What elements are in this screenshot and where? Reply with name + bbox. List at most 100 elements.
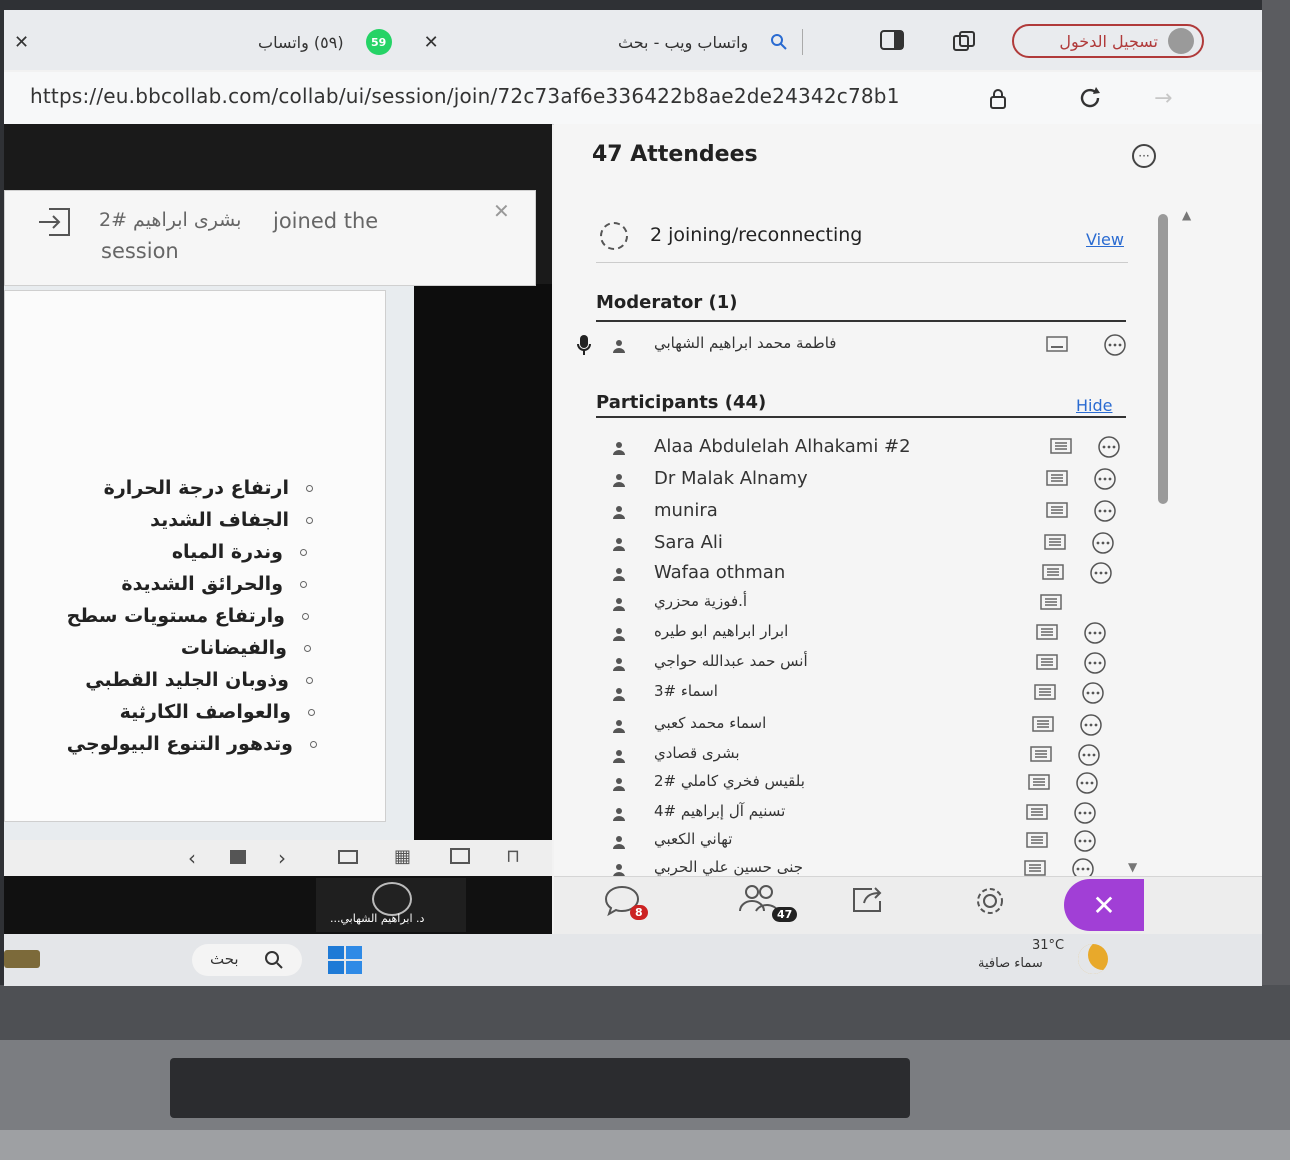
grid-view-icon[interactable]: ▦: [394, 846, 411, 867]
list-icon[interactable]: [1036, 624, 1058, 640]
person-icon: [612, 596, 626, 611]
list-item[interactable]: تهاني الكعبي: [594, 828, 1134, 858]
forward-icon[interactable]: →: [1154, 86, 1172, 111]
more-icon[interactable]: [1078, 744, 1100, 766]
list-item[interactable]: أنس حمد عبدالله حواجي: [594, 650, 1134, 680]
scroll-down-icon[interactable]: ▼: [1128, 860, 1137, 874]
tab-search[interactable]: واتساب ويب - بحث: [618, 22, 804, 62]
participant-name: ابرار ابراهيم ابو طيره: [654, 622, 789, 640]
hide-link[interactable]: Hide: [1076, 396, 1112, 415]
weather-temp[interactable]: 31°C: [1032, 938, 1064, 953]
signin-button[interactable]: تسجيل الدخول: [1012, 24, 1204, 58]
list-icon[interactable]: [1050, 438, 1072, 454]
tab-chat[interactable]: 8: [602, 883, 652, 929]
more-icon[interactable]: [1084, 622, 1106, 644]
collections-icon[interactable]: [952, 30, 978, 52]
laptop-base: [0, 1130, 1290, 1160]
more-icon[interactable]: [1084, 652, 1106, 674]
speaker-tile[interactable]: د. ابراهيم الشهابي...: [316, 878, 466, 932]
more-icon[interactable]: [1090, 562, 1112, 584]
more-icon[interactable]: [1074, 802, 1096, 824]
more-icon[interactable]: [1104, 334, 1126, 356]
person-icon: [612, 862, 626, 877]
joining-divider: [596, 262, 1128, 263]
close-panel-button[interactable]: ✕: [1064, 879, 1144, 931]
list-item[interactable]: Alaa Abdulelah Alhakami #2: [594, 434, 1134, 464]
weather-moon-icon: [1078, 944, 1108, 974]
list-icon[interactable]: [1024, 860, 1046, 876]
reload-icon[interactable]: [1076, 84, 1104, 112]
person-icon: [612, 686, 626, 701]
moderator-row[interactable]: فاطمة محمد ابراهيم الشهابي: [577, 332, 1134, 362]
book-icon[interactable]: [450, 848, 470, 864]
more-icon[interactable]: [1080, 714, 1102, 736]
tab-whatsapp[interactable]: (٥٩) واتساب 59 ✕: [258, 22, 439, 62]
list-item[interactable]: اسماء محمد كعبي: [594, 712, 1134, 742]
lock-icon[interactable]: [988, 88, 1008, 110]
scrollbar[interactable]: [1158, 214, 1168, 504]
search-icon: [264, 950, 284, 970]
list-icon[interactable]: [1046, 336, 1068, 352]
participant-name: Alaa Abdulelah Alhakami #2: [654, 436, 911, 457]
participants-header: Participants (44): [596, 392, 767, 413]
windows-start-icon[interactable]: [328, 946, 362, 978]
participant-name: جنى حسين علي الحربي: [654, 858, 803, 876]
close-tab-icon[interactable]: ✕: [424, 32, 439, 53]
view-link[interactable]: View: [1086, 230, 1124, 249]
more-icon[interactable]: [1092, 532, 1114, 554]
weather-desc: سماء صافية: [978, 956, 1043, 971]
list-item[interactable]: Wafaa othman: [594, 560, 1134, 590]
list-icon[interactable]: [1026, 832, 1048, 848]
more-icon[interactable]: [1082, 682, 1104, 704]
list-icon[interactable]: [1030, 746, 1052, 762]
close-window-icon[interactable]: ✕: [14, 32, 29, 53]
more-icon[interactable]: [1094, 500, 1116, 522]
list-item[interactable]: Dr Malak Alnamy: [594, 466, 1134, 496]
layout-icon[interactable]: [338, 850, 358, 864]
presenter-icon[interactable]: ⊓: [506, 846, 520, 867]
reconnecting-icon: [600, 222, 628, 250]
list-item[interactable]: بلقيس فخري كاملي #2: [594, 770, 1134, 800]
sidebar-toggle-icon[interactable]: [880, 30, 904, 50]
taskbar-search[interactable]: بحث: [192, 944, 302, 976]
list-item[interactable]: بشرى قصادي: [594, 742, 1134, 772]
participant-name: بشرى قصادي: [654, 744, 740, 762]
chat-badge: 8: [630, 905, 648, 920]
prev-slide-icon[interactable]: ‹: [188, 846, 196, 870]
close-icon[interactable]: ✕: [493, 199, 510, 223]
scroll-up-icon[interactable]: ▲: [1182, 208, 1191, 222]
more-icon[interactable]: [1094, 468, 1116, 490]
person-icon: [612, 834, 626, 849]
more-icon[interactable]: [1076, 772, 1098, 794]
slide-thumb-icon[interactable]: [230, 850, 246, 864]
tab-share[interactable]: [848, 883, 898, 929]
tab-whatsapp-title: (٥٩) واتساب: [258, 32, 344, 52]
more-options-icon[interactable]: ···: [1132, 144, 1156, 168]
list-item[interactable]: اسماء #3: [594, 680, 1134, 710]
list-item[interactable]: تسنيم آل إبراهيم #4: [594, 800, 1134, 830]
list-icon[interactable]: [1026, 804, 1048, 820]
list-item[interactable]: munira: [594, 498, 1134, 528]
participants-divider: [596, 416, 1126, 418]
list-icon[interactable]: [1042, 564, 1064, 580]
next-slide-icon[interactable]: ›: [278, 846, 286, 870]
list-icon[interactable]: [1040, 594, 1062, 610]
more-icon[interactable]: [1074, 830, 1096, 852]
list-icon[interactable]: [1034, 684, 1056, 700]
list-item[interactable]: أ.فوزية محزري: [594, 590, 1134, 620]
list-icon[interactable]: [1046, 502, 1068, 518]
widget-icon[interactable]: [4, 950, 40, 968]
list-icon[interactable]: [1032, 716, 1054, 732]
tab-settings[interactable]: [970, 883, 1020, 929]
more-icon[interactable]: [1098, 436, 1120, 458]
list-icon[interactable]: [1036, 654, 1058, 670]
tab-attendees[interactable]: 47: [720, 883, 810, 938]
list-item[interactable]: Sara Ali: [594, 530, 1134, 560]
address-bar[interactable]: https://eu.bbcollab.com/collab/ui/sessio…: [4, 72, 1262, 125]
list-icon[interactable]: [1044, 534, 1066, 550]
list-icon[interactable]: [1028, 774, 1050, 790]
list-item[interactable]: ابرار ابراهيم ابو طيره: [594, 620, 1134, 650]
list-icon[interactable]: [1046, 470, 1068, 486]
slide-bullet: وتدهور التنوع البيولوجي: [67, 733, 317, 755]
person-icon: [612, 806, 626, 821]
